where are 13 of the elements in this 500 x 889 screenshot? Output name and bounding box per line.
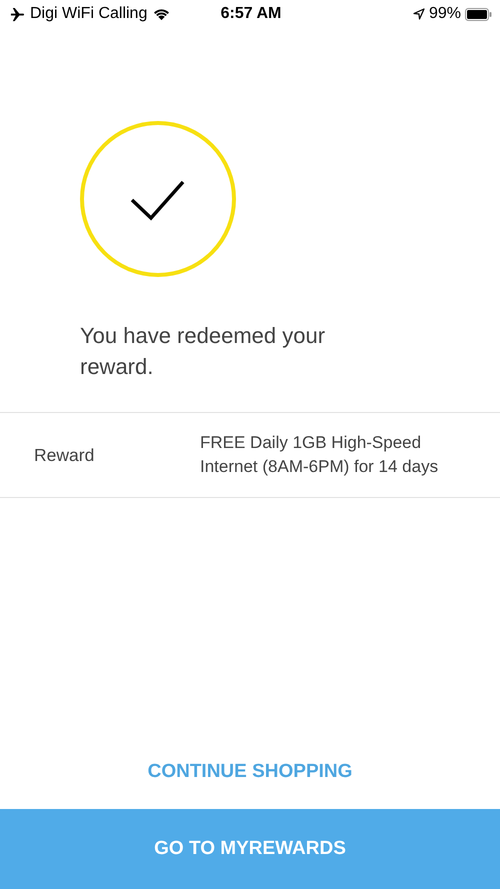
battery-icon xyxy=(464,8,492,20)
detail-value: FREE Daily 1GB High-Speed Internet (8AM-6PM) for 14 days xyxy=(200,432,440,478)
continue-shopping-link[interactable]: CONTINUE SHOPPING xyxy=(148,761,352,783)
success-check-icon xyxy=(79,120,237,278)
confirmation-message: You have redeemed your reward. xyxy=(80,322,326,381)
location-arrow-icon xyxy=(412,8,425,20)
status-time: 6:57 AM xyxy=(220,5,282,23)
battery-percent: 99% xyxy=(428,5,461,23)
airplane-icon xyxy=(10,6,25,22)
detail-label: Reward xyxy=(34,444,96,466)
wifi-icon xyxy=(152,7,172,21)
carrier-name: Digi WiFi Calling xyxy=(30,5,148,23)
go-to-rewards-button[interactable]: GO TO MYREWARDS xyxy=(0,809,500,889)
